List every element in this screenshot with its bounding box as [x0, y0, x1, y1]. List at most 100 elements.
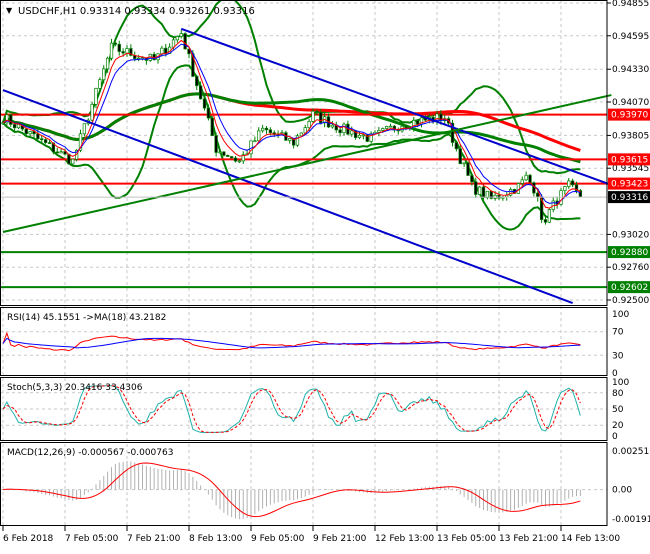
candle-body [207, 108, 210, 118]
macd-tick-label: 0.00 [612, 486, 632, 496]
price-chart[interactable]: 0.948550.945950.943300.940700.938050.935… [0, 0, 650, 550]
main-panel [0, 0, 611, 303]
candle-body [203, 99, 206, 108]
candle-body [257, 131, 260, 141]
candle-body [95, 88, 98, 104]
candle-body [172, 40, 175, 47]
candle-body [471, 175, 474, 181]
time-label: 14 Feb 13:00 [561, 534, 620, 544]
rsi-tick-label: 70 [612, 328, 624, 338]
candle-body [25, 129, 28, 134]
time-label: 13 Feb 21:00 [499, 534, 558, 544]
candle-body [544, 220, 547, 223]
candle-body [482, 187, 485, 198]
candle-body [389, 126, 392, 127]
candle-body [350, 131, 353, 134]
candle-body [509, 189, 512, 195]
level-tag-label: 0.92602 [611, 283, 648, 293]
candle-body [110, 43, 113, 58]
candle-body [467, 163, 470, 176]
candle-body [29, 131, 32, 133]
candle-body [99, 80, 102, 89]
candle-body [358, 135, 361, 137]
candle-body [529, 175, 532, 182]
candle-body [215, 136, 218, 153]
price-tick-label: 0.94070 [612, 98, 649, 108]
candle-body [254, 141, 257, 142]
candle-body [385, 126, 388, 128]
candle-body [331, 125, 334, 127]
candle-body [226, 155, 229, 156]
candle-body [288, 138, 291, 140]
candle-body [312, 111, 315, 121]
candle-body [56, 152, 59, 153]
candle-body [339, 130, 342, 133]
bollinger-upper [3, 0, 580, 173]
candle-body [474, 182, 477, 195]
candle-body [161, 48, 164, 54]
candle-body [2, 123, 5, 124]
candle-body [459, 149, 462, 164]
candle-body [238, 161, 241, 162]
candle-body [517, 183, 520, 193]
candle-body [118, 44, 121, 51]
trendline [181, 29, 611, 185]
level-tag-label: 0.92880 [611, 248, 648, 258]
candle-body [265, 128, 268, 130]
candle-body [548, 210, 551, 223]
price-tick-label: 0.93020 [612, 230, 649, 240]
candle-body [122, 52, 125, 54]
level-tag-label: 0.93970 [611, 111, 648, 121]
candle-body [343, 124, 346, 133]
macd-tick-label: -0.001914 [612, 515, 650, 525]
candle-body [316, 111, 319, 112]
candle-body [91, 104, 94, 120]
macd-panel [3, 461, 580, 519]
time-label: 12 Feb 13:00 [375, 534, 434, 544]
candle-body [308, 121, 311, 127]
candle-body [44, 140, 47, 143]
candle-body [176, 37, 179, 40]
candle-body [269, 130, 272, 133]
candle-body [533, 183, 536, 193]
candle-body [378, 130, 381, 132]
candle-body [261, 128, 264, 131]
ma-slow-green [3, 94, 580, 162]
candle-body [114, 43, 117, 44]
rsi-line [3, 333, 580, 351]
candle-body [405, 126, 408, 127]
candle-body [362, 135, 365, 136]
dropdown-icon[interactable]: ▼ [6, 6, 13, 15]
candle-body [478, 187, 481, 194]
candle-body [525, 175, 528, 180]
candle-body [199, 86, 202, 99]
candle-body [571, 181, 574, 185]
candle-body [126, 49, 129, 54]
time-label: 9 Feb 21:00 [313, 534, 367, 544]
rsi-label: RSI(14) 45.1551 ->MA(18) 43.2182 [7, 313, 166, 323]
macd-label: MACD(12,26,9) -0.000567 -0.000763 [7, 448, 173, 458]
grid [0, 0, 607, 525]
price-tick-label: 0.93805 [612, 131, 649, 141]
current-price-label: 0.93316 [611, 193, 648, 203]
time-label: 8 Feb 13:00 [189, 534, 243, 544]
time-label: 7 Feb 21:00 [127, 534, 181, 544]
stoch-label: Stoch(5,3,3) 20.3416 33.4306 [7, 383, 143, 393]
level-tag-label: 0.93423 [611, 180, 648, 190]
candle-body [106, 58, 109, 69]
price-tick-label: 0.92500 [612, 296, 649, 306]
price-tick-label: 0.92760 [612, 263, 649, 273]
price-tick-label: 0.94855 [612, 0, 649, 9]
candle-body [9, 115, 12, 125]
time-label: 9 Feb 05:00 [251, 534, 305, 544]
header-ohlc: USDCHF,H1 0.93314 0.93334 0.93261 0.9331… [18, 6, 255, 17]
candle-body [60, 152, 63, 153]
candle-body [463, 163, 466, 164]
stoch-tick-label: 0 [612, 432, 618, 442]
stoch-tick-label: 100 [612, 378, 629, 388]
price-tick-label: 0.94330 [612, 65, 649, 75]
candle-body [564, 187, 567, 191]
candle-body [381, 129, 384, 131]
stoch-tick-label: 80 [612, 389, 624, 399]
level-tag-label: 0.93615 [611, 155, 648, 165]
